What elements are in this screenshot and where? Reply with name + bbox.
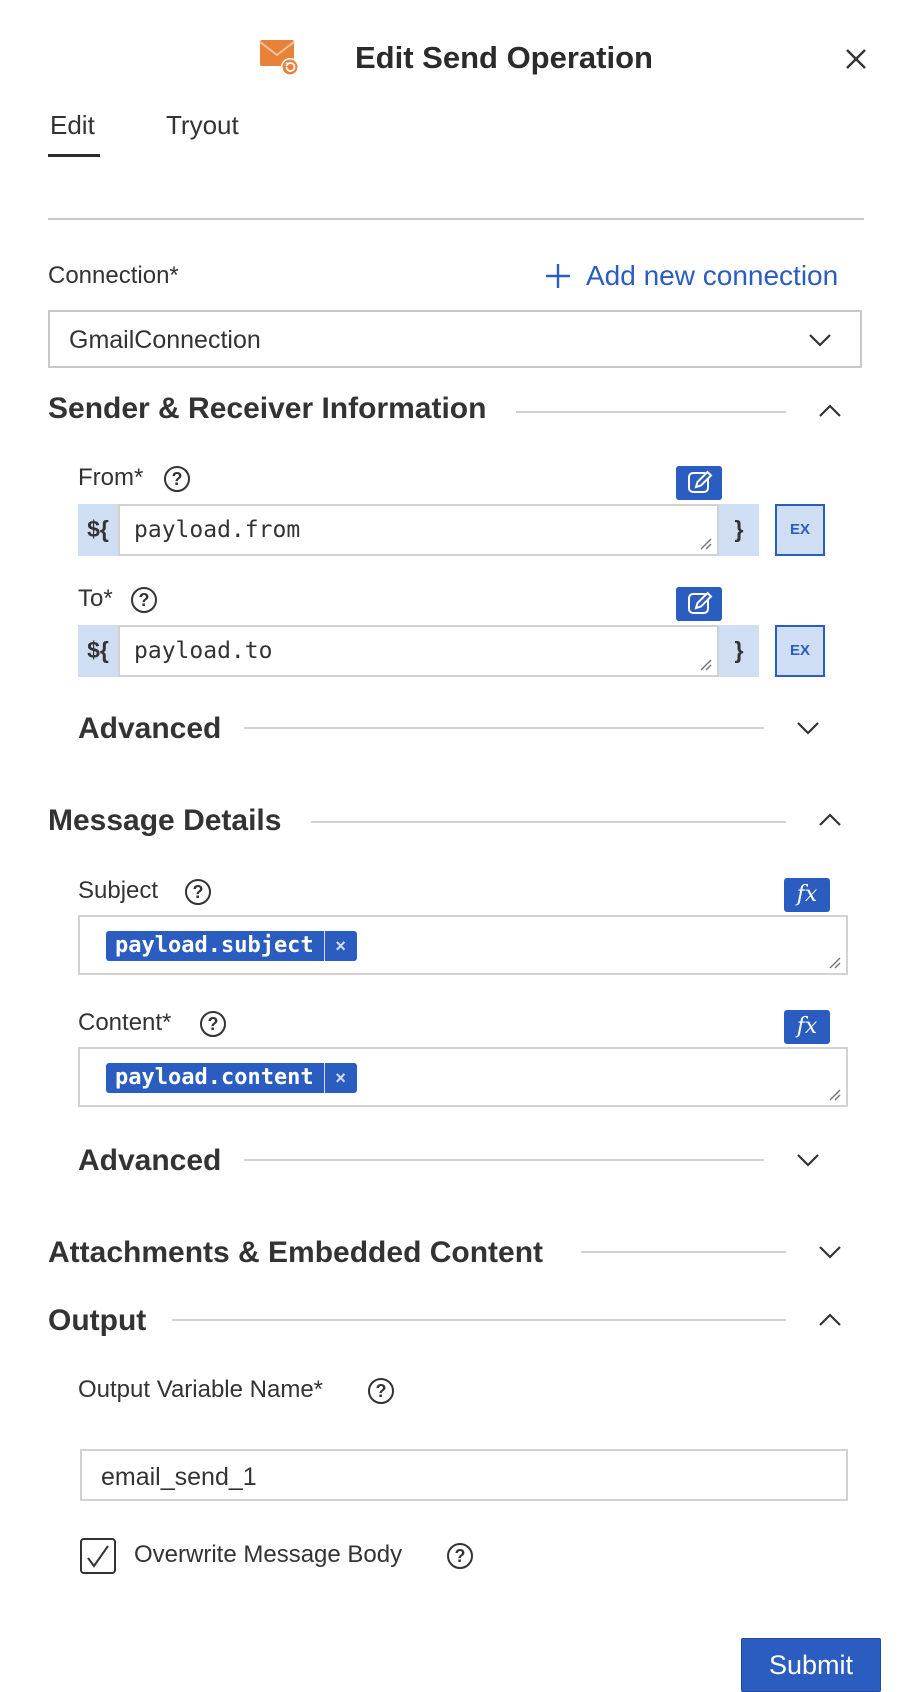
section-divider (244, 1159, 764, 1161)
content-expression-chip: payload.content × (106, 1063, 357, 1093)
tab-tryout[interactable]: Tryout (166, 110, 239, 141)
resize-grip-icon[interactable] (699, 658, 713, 672)
header-divider (48, 218, 864, 220)
content-fx-button[interactable]: fx (784, 1010, 830, 1044)
to-ex-button[interactable]: EX (775, 625, 825, 677)
subject-help-icon[interactable]: ? (185, 879, 211, 905)
section-title-sender-receiver: Sender & Receiver Information (48, 392, 487, 425)
to-label: To* (78, 585, 113, 612)
overwrite-help-icon[interactable]: ? (447, 1543, 473, 1569)
content-help-icon[interactable]: ? (200, 1011, 226, 1037)
to-expression-input[interactable]: payload.to (118, 625, 719, 677)
to-expression-suffix: } (719, 625, 759, 677)
from-expression-input[interactable]: payload.from (118, 504, 719, 556)
from-expression-value: payload.from (134, 517, 301, 543)
subject-chip-label: payload.subject (115, 933, 314, 958)
connection-select-value: GmailConnection (69, 326, 261, 354)
output-variable-help-icon[interactable]: ? (368, 1378, 394, 1404)
connection-select[interactable]: GmailConnection (48, 310, 862, 368)
chevron-down-icon[interactable] (818, 1244, 842, 1260)
from-ex-button[interactable]: EX (775, 504, 825, 556)
add-new-connection-label: Add new connection (586, 260, 839, 291)
section-divider (581, 1251, 786, 1253)
overwrite-message-body-checkbox[interactable] (80, 1538, 116, 1574)
tab-edit[interactable]: Edit (50, 110, 95, 141)
to-help-icon[interactable]: ? (131, 587, 157, 613)
plus-icon (546, 264, 570, 288)
overwrite-message-body-label: Overwrite Message Body (134, 1541, 403, 1568)
remove-chip-button[interactable]: × (323, 931, 357, 961)
section-title-output: Output (48, 1304, 147, 1337)
content-chip-label: payload.content (115, 1065, 314, 1090)
resize-grip-icon[interactable] (828, 1088, 842, 1102)
section-divider (172, 1319, 786, 1321)
content-input[interactable]: payload.content × (78, 1047, 848, 1107)
edit-icon[interactable] (676, 466, 722, 500)
page-title: Edit Send Operation (355, 40, 653, 75)
resize-grip-icon[interactable] (699, 537, 713, 551)
chevron-down-icon (809, 334, 831, 347)
email-icon (259, 40, 299, 76)
remove-chip-button[interactable]: × (323, 1063, 357, 1093)
section-divider (516, 411, 786, 413)
section-title-message-details: Message Details (48, 804, 282, 837)
chevron-up-icon[interactable] (818, 1312, 842, 1328)
chevron-up-icon[interactable] (818, 403, 842, 419)
edit-icon[interactable] (676, 587, 722, 621)
close-icon[interactable] (843, 46, 869, 72)
section-title-attachments: Attachments & Embedded Content (48, 1236, 544, 1269)
from-expression-prefix: ${ (78, 504, 118, 556)
checkmark-icon (87, 1545, 109, 1568)
to-expression-prefix: ${ (78, 625, 118, 677)
section-divider (244, 727, 764, 729)
subject-label: Subject (78, 877, 159, 904)
resize-grip-icon[interactable] (828, 956, 842, 970)
section-divider (311, 821, 786, 823)
from-expression-suffix: } (719, 504, 759, 556)
chevron-down-icon[interactable] (796, 1152, 820, 1168)
content-label: Content* (78, 1009, 172, 1036)
output-variable-input[interactable]: email_send_1 (80, 1449, 848, 1501)
to-expression-value: payload.to (134, 638, 273, 664)
advanced-toggle-message[interactable]: Advanced (78, 1144, 221, 1178)
add-new-connection-link[interactable]: Add new connection (544, 260, 838, 292)
chevron-down-icon[interactable] (796, 720, 820, 736)
output-variable-label: Output Variable Name* (78, 1376, 324, 1403)
subject-input[interactable]: payload.subject × (78, 915, 848, 975)
connection-label: Connection* (48, 262, 179, 289)
from-help-icon[interactable]: ? (164, 466, 190, 492)
advanced-toggle-sender[interactable]: Advanced (78, 712, 221, 746)
chevron-up-icon[interactable] (818, 812, 842, 828)
output-variable-value: email_send_1 (101, 1463, 257, 1491)
from-label: From* (78, 464, 144, 491)
subject-expression-chip: payload.subject × (106, 931, 357, 961)
subject-fx-button[interactable]: fx (784, 878, 830, 912)
active-tab-indicator (48, 154, 100, 157)
